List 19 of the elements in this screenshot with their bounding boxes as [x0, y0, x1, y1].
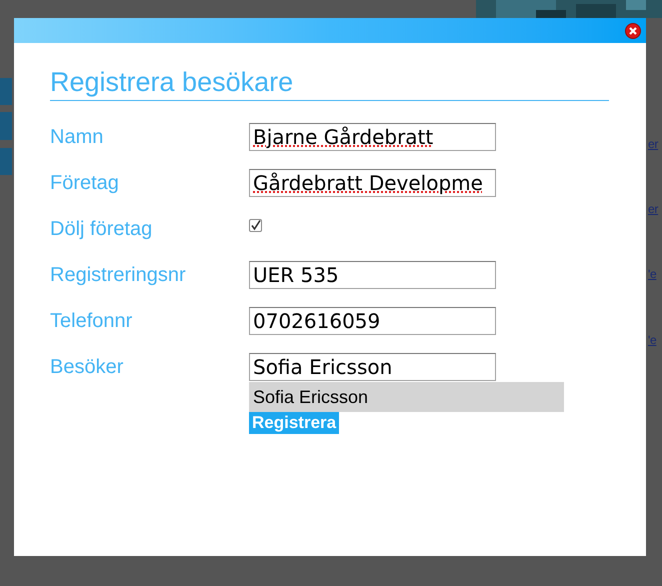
- input-field[interactable]: 0702616059: [249, 307, 496, 335]
- input-field[interactable]: Sofia Ericsson: [249, 353, 496, 381]
- checkbox[interactable]: [249, 219, 262, 232]
- field-label: Registreringsnr: [50, 263, 187, 288]
- field-label: Telefonnr: [50, 309, 134, 334]
- dialog-title: Registrera besökare: [50, 65, 609, 101]
- suggestion-item[interactable]: Sofia Ericsson: [249, 382, 564, 412]
- close-icon[interactable]: [625, 22, 641, 38]
- field-label: Namn: [50, 125, 104, 150]
- input-field[interactable]: Gårdebratt Developme: [249, 169, 496, 197]
- checkmark-icon: [250, 220, 261, 231]
- input-field[interactable]: Bjarne Gårdebratt: [249, 123, 496, 151]
- side-tab[interactable]: [0, 112, 12, 140]
- side-tab[interactable]: [0, 78, 12, 105]
- input-field[interactable]: UER 535: [249, 261, 496, 289]
- field-label: Dölj företag: [50, 217, 154, 242]
- field-label: Besöker: [50, 355, 124, 380]
- field-label: Företag: [50, 171, 120, 196]
- side-tab[interactable]: [0, 148, 12, 175]
